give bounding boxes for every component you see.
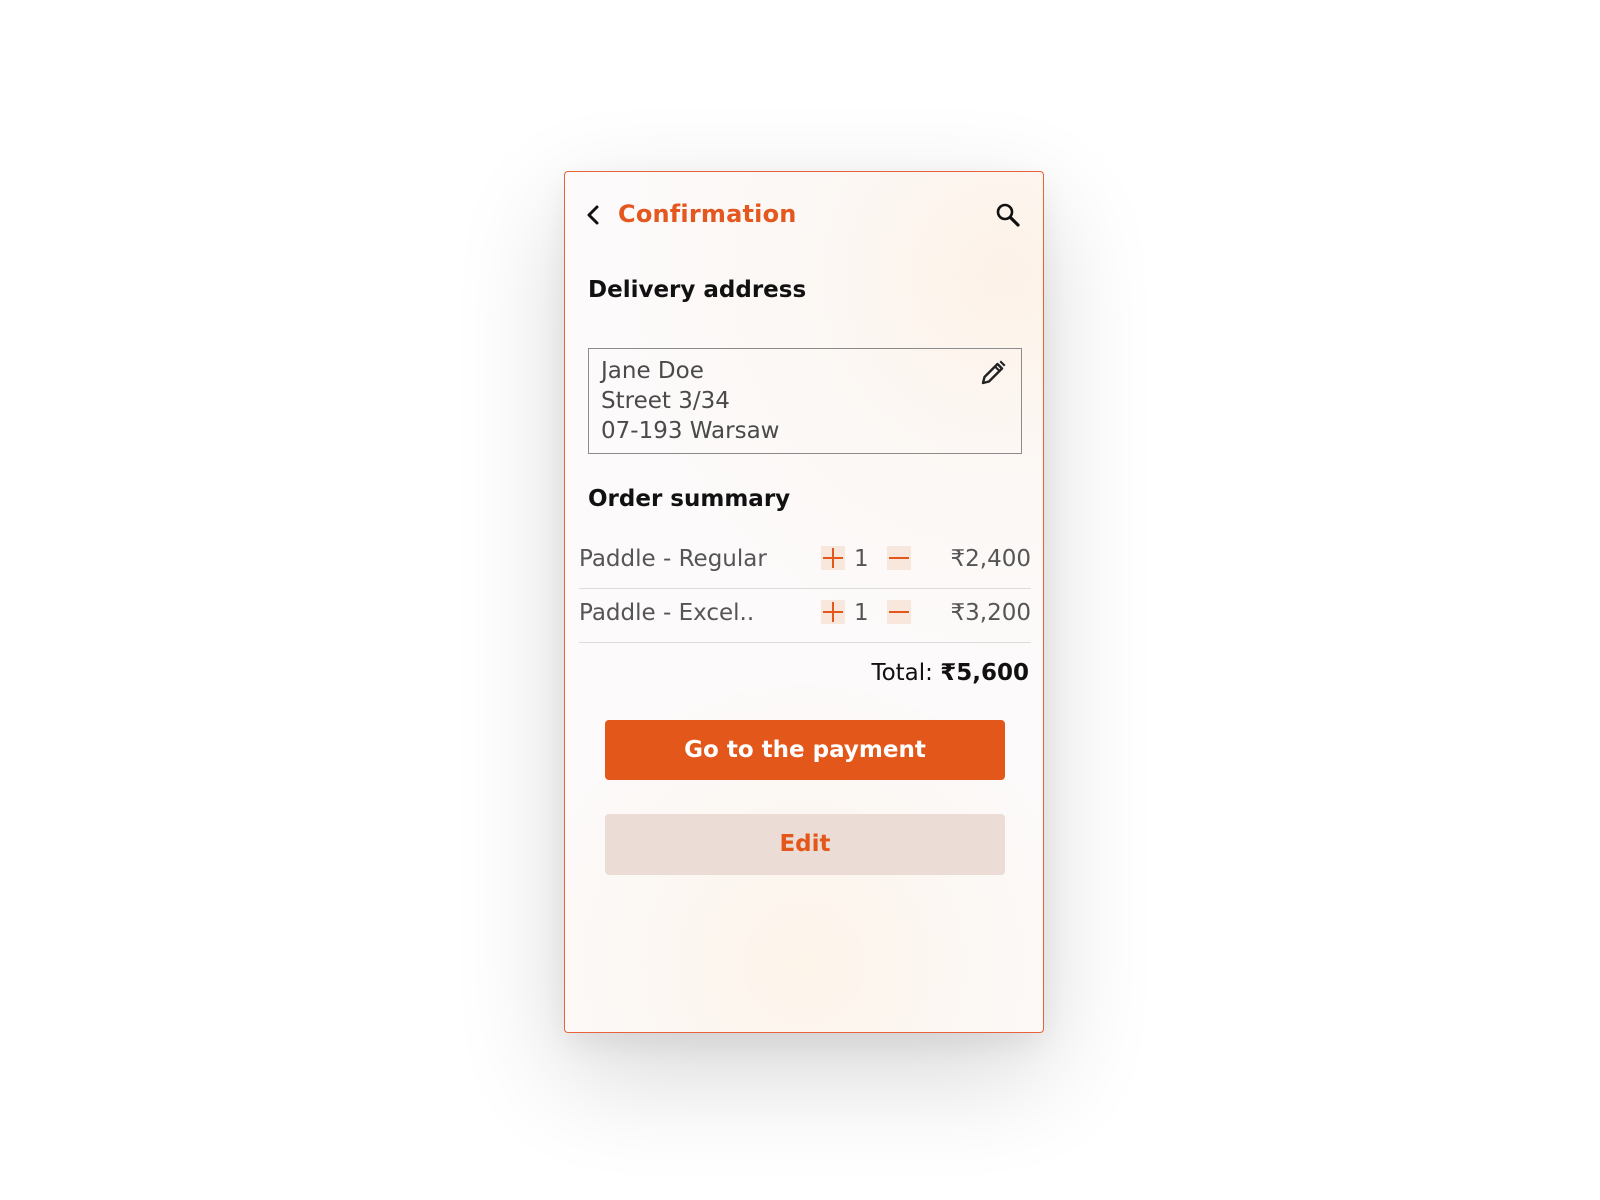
edit-button[interactable]: Edit [605,814,1005,875]
search-icon[interactable] [995,202,1021,228]
page-title: Confirmation [618,200,797,228]
chevron-left-icon[interactable] [583,204,605,226]
decrease-quantity-button[interactable] [887,600,911,624]
increase-quantity-button[interactable] [821,600,845,624]
total-label: Total: [871,660,933,686]
order-total: Total: ₹5,600 [871,660,1029,686]
increase-quantity-button[interactable] [821,546,845,570]
go-to-payment-button[interactable]: Go to the payment [605,720,1005,780]
confirmation-card: Confirmation Delivery address Jane Doe S… [564,171,1044,1033]
address-city: 07-193 Warsaw [601,418,780,444]
header-bar: Confirmation [565,172,1043,268]
address-name: Jane Doe [601,358,704,384]
address-street: Street 3/34 [601,388,730,414]
order-row: Paddle - Excel.. 1 ₹3,200 [579,590,1031,643]
order-summary-heading: Order summary [588,486,791,512]
item-price: ₹3,200 [950,600,1031,626]
delivery-address-box: Jane Doe Street 3/34 07-193 Warsaw [588,348,1022,454]
order-row: Paddle - Regular 1 ₹2,400 [579,536,1031,589]
item-name: Paddle - Regular [579,546,767,572]
pencil-icon[interactable] [979,359,1007,387]
total-value: ₹5,600 [940,660,1029,686]
item-name: Paddle - Excel.. [579,600,755,626]
page: Confirmation Delivery address Jane Doe S… [0,0,1600,1200]
item-price: ₹2,400 [950,546,1031,572]
delivery-address-heading: Delivery address [588,277,807,303]
item-quantity: 1 [854,546,869,572]
item-quantity: 1 [854,600,869,626]
decrease-quantity-button[interactable] [887,546,911,570]
